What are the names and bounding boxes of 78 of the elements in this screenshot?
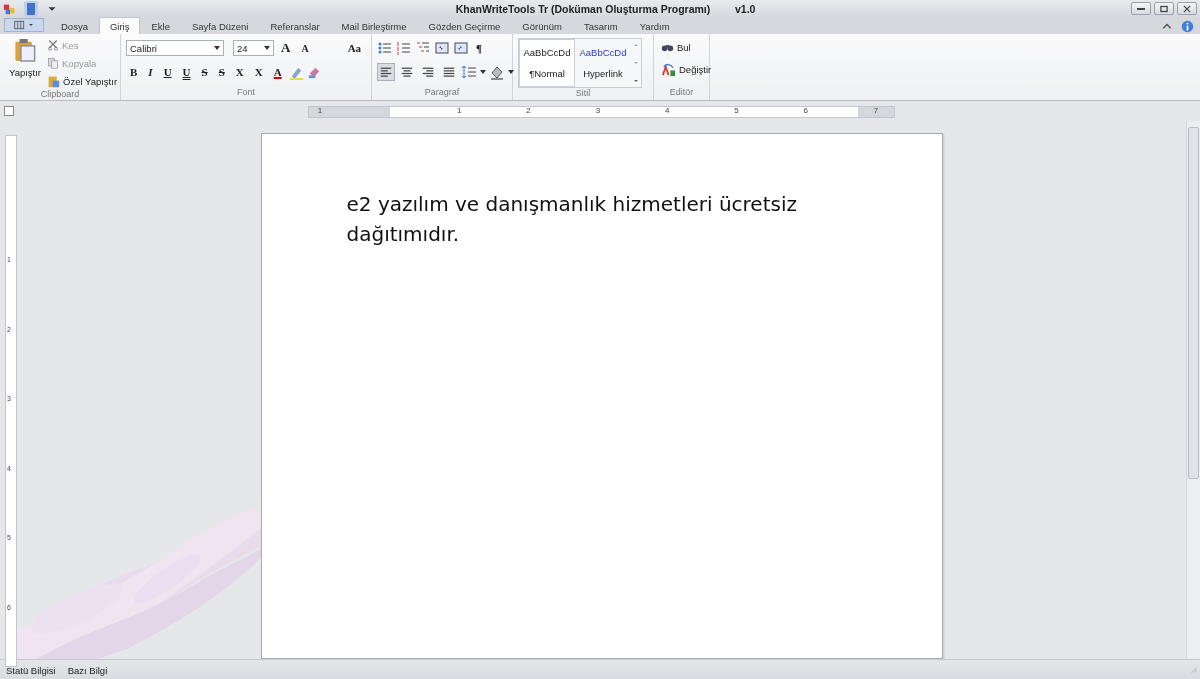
format-button[interactable]: I <box>144 63 157 81</box>
format-button[interactable]: X <box>231 63 248 81</box>
caret-icon <box>214 46 220 50</box>
close-icon <box>1182 3 1192 14</box>
ruler-number: 1 <box>457 106 462 115</box>
ruler-number: 7 <box>873 106 879 115</box>
maximize-icon <box>1159 3 1169 14</box>
font-color-button[interactable]: A <box>269 63 286 81</box>
ribbon-tab[interactable]: Gözden Geçirme <box>417 17 512 34</box>
status-text: Statü Bilgisi <box>6 664 56 676</box>
ribbon-tab[interactable]: Tasarım <box>572 17 629 34</box>
ribbon-tab[interactable]: Giriş <box>98 17 141 34</box>
caret-icon <box>508 70 514 74</box>
format-button[interactable]: X <box>250 63 267 81</box>
caret-icon <box>480 70 486 74</box>
style-option[interactable]: AaBbCcDd ¶Normal <box>519 39 575 87</box>
minimize-button[interactable] <box>1131 2 1151 15</box>
tab-selector[interactable] <box>4 106 14 116</box>
ruler-number: 3 <box>595 106 601 115</box>
shrink-font-button[interactable]: A <box>297 39 313 57</box>
bullet-list-icon[interactable] <box>377 40 393 56</box>
ruler-number: 2 <box>526 106 531 115</box>
ribbon-tab[interactable]: Görünüm <box>511 17 573 34</box>
format-button[interactable]: U <box>178 63 195 81</box>
ribbon-tab[interactable]: Ekle <box>140 17 181 34</box>
increase-indent-icon[interactable] <box>453 40 469 56</box>
version-label: v1.0 <box>735 2 756 15</box>
close-button[interactable] <box>1177 2 1197 15</box>
ribbon-tab[interactable]: Yardım <box>628 17 681 34</box>
scrollbar[interactable] <box>1186 121 1200 659</box>
ruler-number: 5 <box>734 106 739 115</box>
document-page[interactable]: e2 yazılım ve danışmanlık hizmetleri ücretsiz dağıtımıdır. <box>260 133 943 659</box>
maximize-button[interactable] <box>1154 2 1174 15</box>
document-text: e2 yazılım ve danışmanlık hizmetleri ücretsiz dağıtımıdır. <box>346 191 798 248</box>
scissors-icon <box>47 39 60 51</box>
line-spacing-icon[interactable] <box>461 64 477 80</box>
grow-font-button[interactable]: A <box>277 39 295 57</box>
shading-icon[interactable] <box>489 64 505 80</box>
editor-button[interactable]: Değiştir <box>659 59 714 79</box>
numbered-list-icon[interactable] <box>396 40 412 56</box>
paste-special-icon <box>47 74 61 88</box>
change-case-button[interactable]: Aa <box>343 39 366 57</box>
align-button[interactable] <box>377 63 395 81</box>
group-label: Font <box>236 87 256 99</box>
ribbon-tab[interactable]: Sayfa Düzeni <box>180 17 260 34</box>
group-label: Paragraf <box>423 87 461 99</box>
ruler-number: 4 <box>664 106 670 115</box>
format-button[interactable]: U <box>159 63 176 81</box>
group-label: Sitil <box>574 88 592 100</box>
status-text: Bazı Bilgi <box>67 664 108 676</box>
font-size-field[interactable]: 24 <box>233 40 274 56</box>
group-label: Clipboard <box>39 89 81 100</box>
group-label: Editör <box>668 87 695 99</box>
font-family-field[interactable]: Calibri <box>126 40 224 56</box>
document-icon[interactable] <box>23 0 39 17</box>
clipboard-button[interactable]: Özel Yapıştır <box>45 73 120 89</box>
info-icon[interactable] <box>1181 20 1194 33</box>
view-toggle-button[interactable] <box>4 18 44 32</box>
replace-icon <box>661 61 676 77</box>
caret-icon <box>264 46 270 50</box>
format-button[interactable]: S <box>214 63 229 81</box>
ribbon-tab[interactable]: Mail Birleştirme <box>330 17 418 34</box>
paste-button[interactable]: Yapıştır <box>5 37 46 89</box>
ruler-number: 6 <box>803 106 808 115</box>
ruler-number: 1 <box>317 106 323 115</box>
format-button[interactable]: S <box>197 63 212 81</box>
editor-button[interactable]: Bul <box>659 37 693 57</box>
copy-icon <box>47 57 60 69</box>
window-title: KhanWriteTools Tr (Doküman Oluşturma Programı) <box>454 2 712 15</box>
ribbon-tab[interactable]: Dosya <box>50 17 99 34</box>
show-marks-button[interactable]: ¶ <box>472 39 486 57</box>
clipboard-icon <box>14 37 36 63</box>
format-button[interactable]: B <box>126 63 142 81</box>
more-icon[interactable] <box>632 77 640 85</box>
decrease-indent-icon[interactable] <box>434 40 450 56</box>
layout-icon <box>13 19 27 31</box>
minimize-icon <box>1137 7 1145 10</box>
ribbon-tab[interactable]: Referanslar <box>259 17 331 34</box>
